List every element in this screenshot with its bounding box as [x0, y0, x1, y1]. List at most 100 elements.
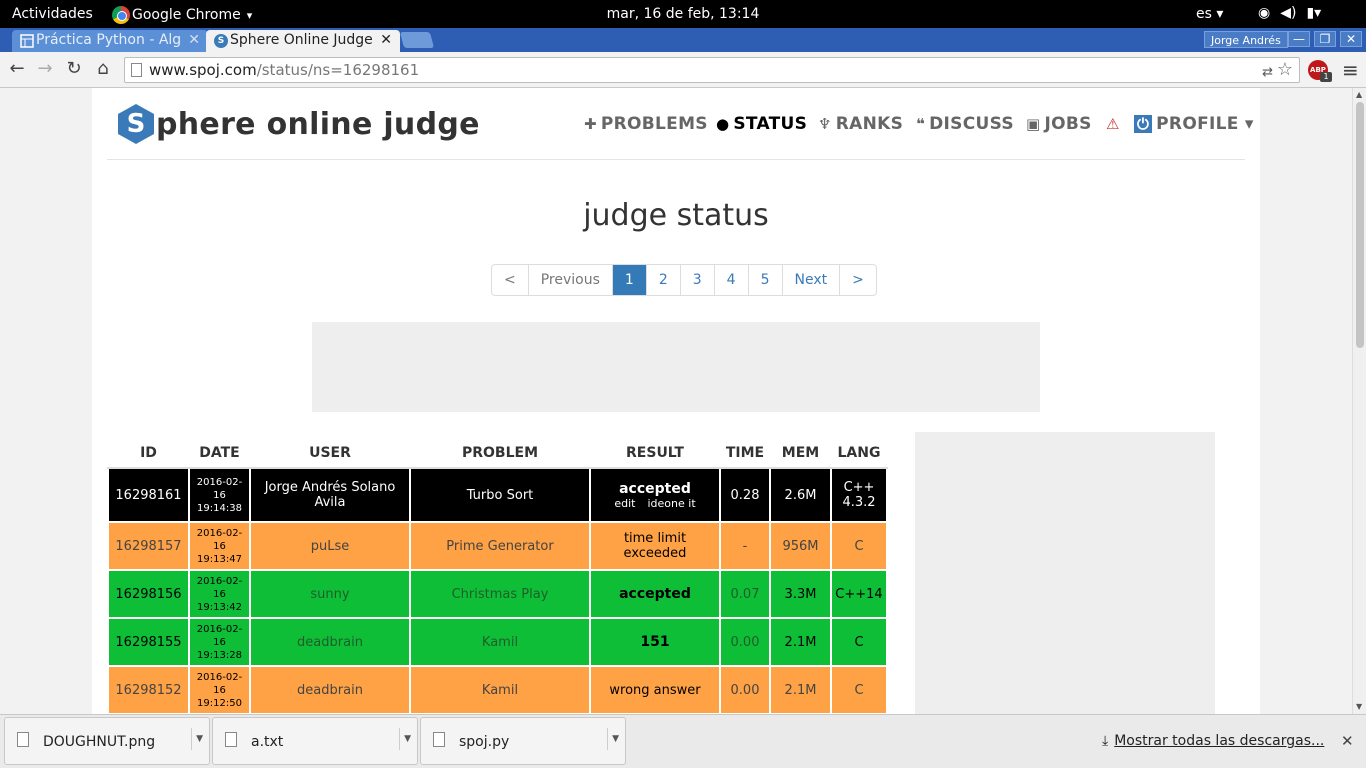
translate-icon[interactable]: ⇄ — [1262, 61, 1273, 85]
nav-profile[interactable]: ⏻ PROFILE ▾ — [1134, 114, 1254, 134]
nav-alert[interactable]: ⚠ — [1106, 114, 1124, 134]
download-filename: a.txt — [251, 734, 284, 750]
page-4[interactable]: 4 — [715, 265, 749, 295]
forward-button[interactable]: → — [34, 58, 56, 80]
chevron-down-icon[interactable]: ▼ — [607, 728, 619, 750]
tab-sphere-online-judge[interactable]: S Sphere Online Judge ✕ — [206, 30, 400, 52]
scroll-down-arrow-icon[interactable]: ▼ — [1356, 702, 1362, 711]
spoj-page: S phere online judge ✚ PROBLEMS ● STATUS ♆… — [92, 88, 1260, 714]
submission-problem[interactable]: Christmas Play — [409, 570, 591, 619]
home-button[interactable]: ⌂ — [92, 58, 114, 80]
ideone-link[interactable]: ideone it — [647, 497, 695, 510]
download-item[interactable]: a.txt ▼ — [212, 717, 418, 765]
address-bar[interactable]: www.spoj.com/status/ns=16298161 ⇄ ☆ — [124, 57, 1300, 83]
nav-status[interactable]: ● STATUS — [716, 114, 807, 134]
close-shelf-icon[interactable]: ✕ — [1341, 732, 1354, 750]
table-row: 16298152 2016-02- 16 19:12:50 deadbrain Ka… — [107, 666, 888, 714]
submission-id[interactable]: 16298157 — [107, 522, 190, 571]
submission-id[interactable]: 16298156 — [107, 570, 190, 619]
scrollbar-thumb[interactable] — [1356, 102, 1364, 348]
download-item[interactable]: DOUGHNUT.png ▼ — [4, 717, 210, 765]
submission-id[interactable]: 16298152 — [107, 666, 190, 714]
submission-lang: C — [830, 522, 888, 571]
tab-practica-python[interactable]: Práctica Python - Alg ✕ — [12, 30, 208, 52]
site-logo[interactable]: S phere online judge — [118, 104, 480, 144]
page-previous[interactable]: Previous — [529, 265, 613, 295]
table-row: 16298156 2016-02- 16 19:13:42 sunny Christ… — [107, 570, 888, 619]
header-divider — [107, 159, 1245, 160]
power-icon: ⏻ — [1134, 115, 1153, 133]
page-5[interactable]: 5 — [749, 265, 783, 295]
nav-ranks[interactable]: ♆ RANKS — [818, 114, 903, 134]
table-row: 16298157 2016-02- 16 19:13:47 puLse Prime … — [107, 522, 888, 571]
submission-problem[interactable]: Turbo Sort — [409, 468, 591, 523]
submission-lang: C — [830, 618, 888, 667]
chrome-menu-icon[interactable]: ≡ — [1342, 58, 1359, 82]
battery-icon: ▮▾ — [1306, 5, 1322, 21]
chevron-down-icon[interactable]: ▼ — [191, 728, 203, 750]
page-info-icon[interactable] — [131, 63, 142, 77]
page-next[interactable]: Next — [783, 265, 841, 295]
warning-icon: ⚠ — [1106, 115, 1120, 133]
submission-user[interactable]: Jorge Andrés Solano Avila — [249, 468, 411, 523]
nav-discuss[interactable]: ❝ DISCUSS — [916, 114, 1014, 134]
col-id: ID — [108, 438, 189, 469]
submission-id[interactable]: 16298155 — [107, 618, 190, 667]
page-2[interactable]: 2 — [647, 265, 681, 295]
submission-mem: 2.1M — [769, 666, 832, 714]
submission-lang: C — [830, 666, 888, 714]
bookmark-star-icon[interactable]: ☆ — [1277, 58, 1293, 82]
reload-button[interactable]: ↻ — [63, 58, 85, 80]
col-problem: PROBLEM — [410, 438, 590, 469]
tab-strip: Práctica Python - Alg ✕ S Sphere Online … — [0, 28, 1366, 52]
col-time: TIME — [720, 438, 770, 469]
submission-problem[interactable]: Kamil — [409, 666, 591, 714]
tab-close-icon[interactable]: ✕ — [380, 32, 392, 48]
edit-link[interactable]: edit — [614, 497, 635, 510]
briefcase-icon: ▣ — [1026, 115, 1041, 133]
submission-user[interactable]: deadbrain — [249, 618, 411, 667]
submission-user[interactable]: puLse — [249, 522, 411, 571]
system-tray[interactable]: ◉ ◀) ▮▾ — [1258, 5, 1321, 21]
tab-close-icon[interactable]: ✕ — [188, 32, 200, 48]
submission-time: - — [719, 522, 771, 571]
ad-banner[interactable] — [312, 322, 1040, 412]
submission-problem[interactable]: Kamil — [409, 618, 591, 667]
minimize-button[interactable]: — — [1288, 31, 1310, 47]
download-arrow-icon: ⤓ — [1102, 733, 1109, 749]
submission-date: 2016-02- 16 19:13:42 — [188, 570, 251, 619]
submission-user[interactable]: sunny — [249, 570, 411, 619]
text-file-icon — [225, 732, 237, 747]
chevron-down-icon[interactable]: ▼ — [399, 728, 411, 750]
adblock-count-badge: 1 — [1320, 72, 1332, 82]
nav-problems[interactable]: ✚ PROBLEMS — [584, 114, 708, 134]
page-last[interactable]: > — [840, 265, 876, 295]
page-first[interactable]: < — [492, 265, 529, 295]
submission-user[interactable]: deadbrain — [249, 666, 411, 714]
nav-jobs[interactable]: ▣ JOBS — [1026, 114, 1092, 134]
col-mem: MEM — [770, 438, 831, 469]
ad-sidebar[interactable] — [915, 432, 1215, 714]
system-top-bar: Actividades Google Chrome ▾ mar, 16 de f… — [0, 0, 1366, 28]
page-scrollbar[interactable]: ▲ ▼ — [1352, 88, 1366, 714]
web-viewport: S phere online judge ✚ PROBLEMS ● STATUS ♆… — [0, 88, 1352, 714]
activities-button[interactable]: Actividades — [12, 6, 93, 22]
restore-button[interactable]: ❐ — [1314, 31, 1336, 47]
app-menu[interactable]: Google Chrome ▾ — [112, 6, 252, 24]
submission-id[interactable]: 16298161 — [107, 468, 190, 523]
app-name: Google Chrome — [132, 7, 241, 23]
url-path: /status/ns=16298161 — [256, 61, 420, 79]
submission-problem[interactable]: Prime Generator — [409, 522, 591, 571]
keyboard-language[interactable]: es ▾ — [1196, 6, 1223, 22]
new-tab-button[interactable] — [399, 32, 435, 48]
download-item[interactable]: spoj.py ▼ — [420, 717, 626, 765]
page-3[interactable]: 3 — [681, 265, 715, 295]
window-close-button[interactable]: ✕ — [1340, 31, 1362, 47]
show-all-downloads-link[interactable]: ⤓ Mostrar todas las descargas... — [1102, 733, 1324, 749]
page-1[interactable]: 1 — [612, 265, 647, 295]
scroll-up-arrow-icon[interactable]: ▲ — [1356, 90, 1362, 99]
col-user: USER — [250, 438, 410, 469]
profile-user-badge[interactable]: Jorge Andrés — [1204, 31, 1288, 48]
col-date: DATE — [189, 438, 250, 469]
back-button[interactable]: ← — [6, 58, 28, 80]
